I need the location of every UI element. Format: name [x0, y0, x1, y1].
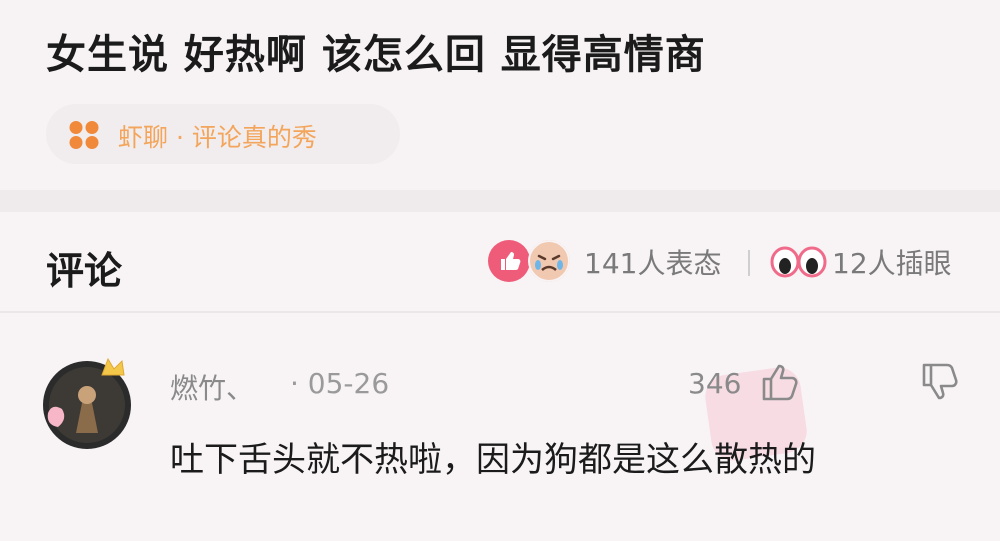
- comments-header: 评论 141人表态 12人插眼: [0, 212, 1000, 312]
- eyes-count[interactable]: 12人插眼: [832, 242, 952, 282]
- comment-item: 燃竹、 · 05-26 346 吐下舌头就不热啦，因为狗都是这么散热的: [0, 313, 1000, 541]
- comments-title: 评论: [46, 249, 123, 293]
- comment-like-count: 346: [688, 367, 742, 400]
- thumbs-up-reaction-icon[interactable]: [488, 240, 530, 282]
- section-divider: [0, 190, 1000, 212]
- thumbs-up-icon[interactable]: [760, 361, 800, 403]
- four-dots-icon: [69, 121, 99, 149]
- comment-date: · 05-26: [290, 367, 390, 400]
- user-avatar[interactable]: [38, 353, 136, 451]
- comment-text: 吐下舌头就不热啦，因为狗都是这么散热的: [170, 440, 816, 480]
- post-header: 女生说 好热啊 该怎么回 显得高情商 虾聊 · 评论真的秀: [0, 0, 1000, 190]
- thumbs-down-icon[interactable]: [920, 361, 960, 403]
- topic-label: 虾聊 · 评论真的秀: [118, 123, 317, 152]
- comment-username[interactable]: 燃竹、: [170, 367, 254, 407]
- crying-face-reaction-icon[interactable]: [528, 240, 570, 282]
- topic-chip[interactable]: 虾聊 · 评论真的秀: [46, 104, 400, 164]
- reaction-count[interactable]: 141人表态: [584, 242, 721, 282]
- separator: [748, 250, 750, 276]
- eyes-icon[interactable]: [770, 242, 828, 278]
- post-title: 女生说 好热啊 该怎么回 显得高情商: [46, 32, 706, 78]
